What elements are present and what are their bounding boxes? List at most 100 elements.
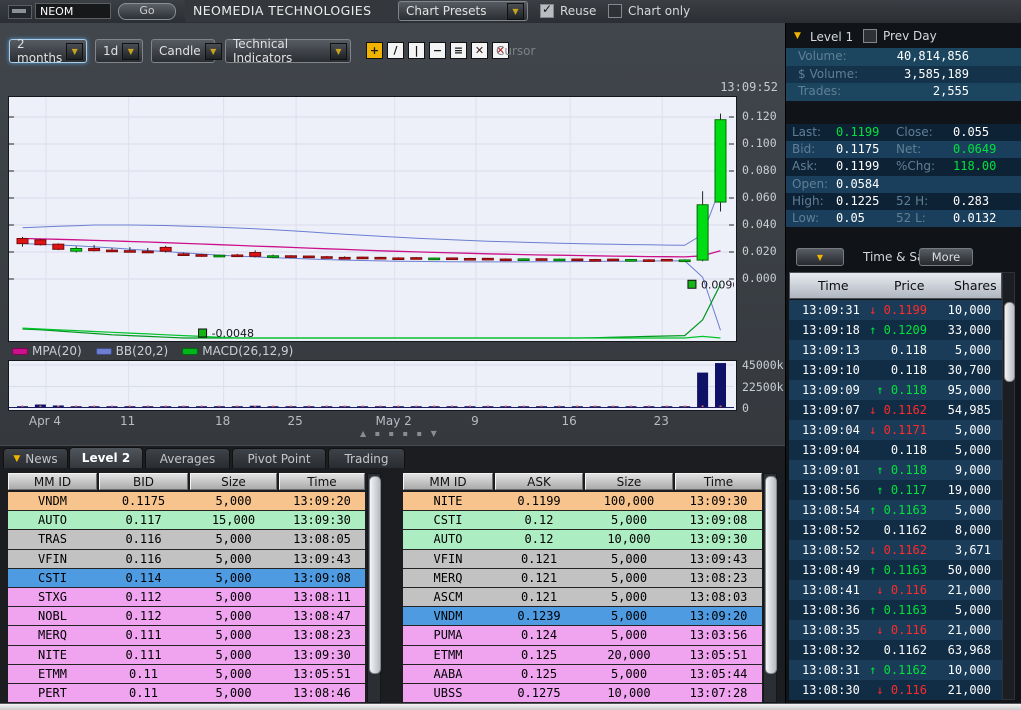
ask-time: 13:09:30 (675, 530, 762, 548)
ask-row[interactable]: ASCM0.1215,00013:08:03 (403, 588, 762, 607)
ts-row[interactable]: 13:08:520.11628,000 (789, 520, 1002, 540)
pager-down-icon[interactable]: ▼ (431, 429, 440, 438)
ask-row[interactable]: AABA0.1255,00013:05:44 (403, 665, 762, 684)
vertical-line-icon[interactable]: | (408, 42, 425, 59)
bid-header-size[interactable]: Size (190, 473, 277, 490)
ts-price: ↓ 0.116 (859, 580, 927, 600)
delete-drawing-icon[interactable]: ✕ (471, 42, 488, 59)
more-button[interactable]: More (919, 248, 973, 266)
ts-row[interactable]: 13:08:56↑ 0.11719,000 (789, 480, 1002, 500)
ask-header-size[interactable]: Size (585, 473, 673, 490)
ts-time: 13:09:07 (802, 400, 860, 420)
quote-value: 0.055 (953, 124, 989, 141)
ts-row[interactable]: 13:08:49↑ 0.116350,000 (789, 560, 1002, 580)
ts-row[interactable]: 13:09:130.1185,000 (789, 340, 1002, 360)
bid-row[interactable]: ETMM0.115,00013:05:51 (8, 665, 365, 684)
bid-row[interactable]: TRAS0.1165,00013:08:05 (8, 530, 365, 549)
ts-row[interactable]: 13:08:52↓ 0.11623,671 (789, 540, 1002, 560)
bid-row[interactable]: CSTI0.1145,00013:09:08 (8, 569, 365, 588)
window-link-icon[interactable] (8, 5, 32, 19)
bid-row[interactable]: AUTO0.11715,00013:09:30 (8, 511, 365, 530)
add-tool-icon[interactable]: + (366, 42, 383, 59)
bid-row[interactable]: PERT0.115,00013:08:46 (8, 684, 365, 703)
level1-collapse-icon[interactable]: ▼ (794, 31, 801, 41)
ts-row[interactable]: 13:09:040.1185,000 (789, 440, 1002, 460)
ask-header-mm-id[interactable]: MM ID (403, 473, 493, 490)
ask-row[interactable]: VNDM0.12395,00013:09:20 (403, 607, 762, 626)
bid-table-scrollbar[interactable] (367, 473, 381, 703)
technical-indicators-dropdown[interactable]: Technical Indicators ▼ (225, 39, 351, 63)
ts-row[interactable]: 13:09:18↑ 0.120933,000 (789, 320, 1002, 340)
ts-row[interactable]: 13:08:320.116263,968 (789, 640, 1002, 660)
ask-time: 13:03:56 (675, 626, 762, 644)
ask-row[interactable]: AUTO0.1210,00013:09:30 (403, 530, 762, 549)
go-button[interactable]: Go (118, 3, 176, 20)
ask-row[interactable]: MERQ0.1215,00013:08:23 (403, 569, 762, 588)
level1-value: 3,585,189 (904, 66, 969, 84)
ts-row[interactable]: 13:09:01↑ 0.1189,000 (789, 460, 1002, 480)
bid-row[interactable]: VFIN0.1165,00013:09:43 (8, 550, 365, 569)
scrollbar-thumb[interactable] (1004, 302, 1015, 382)
time-sales-scrollbar[interactable] (1002, 272, 1015, 700)
ask-row[interactable]: CSTI0.125,00013:09:08 (403, 511, 762, 530)
ask-row[interactable]: ETMM0.12520,00013:05:51 (403, 646, 762, 665)
ts-row[interactable]: 13:09:100.11830,700 (789, 360, 1002, 380)
bid-header-mm-id[interactable]: MM ID (8, 473, 97, 490)
chart-style-dropdown[interactable]: Candle ▼ (151, 39, 215, 63)
tab-pivot-point[interactable]: Pivot Point (232, 448, 326, 468)
ask-row[interactable]: NITE0.1199100,00013:09:30 (403, 492, 762, 511)
tab-news[interactable]: ▼News (3, 448, 68, 468)
tab-averages[interactable]: Averages (145, 448, 230, 468)
ts-price: ↓ 0.1199 (859, 300, 927, 320)
ask-row[interactable]: VFIN0.1215,00013:09:43 (403, 550, 762, 569)
bid-row[interactable]: NITE0.1115,00013:09:30 (8, 646, 365, 665)
trend-line-icon[interactable]: / (387, 42, 404, 59)
ts-row[interactable]: 13:08:54↑ 0.11635,000 (789, 500, 1002, 520)
scrollbar-thumb[interactable] (369, 476, 381, 674)
bid-header-bid[interactable]: BID (99, 473, 188, 490)
horizontal-line-icon[interactable]: − (429, 42, 446, 59)
ts-row[interactable]: 13:08:41↓ 0.11621,000 (789, 580, 1002, 600)
bid-price: 0.112 (99, 588, 188, 606)
time-sales-col-time[interactable]: Time (818, 278, 849, 293)
bid-row[interactable]: STXG0.1125,00013:08:11 (8, 588, 365, 607)
ask-header-ask[interactable]: ASK (495, 473, 583, 490)
range-dropdown[interactable]: 2 months ▼ (9, 39, 87, 63)
time-sales-col-shares[interactable]: Shares (954, 278, 997, 293)
ask-table-scrollbar[interactable] (763, 473, 777, 703)
chart-only-checkbox[interactable] (608, 4, 622, 18)
bid-row[interactable]: NOBL0.1125,00013:08:47 (8, 607, 365, 626)
level1-label: $ Volume: (798, 66, 858, 84)
bid-row[interactable]: VNDM0.11755,00013:09:20 (8, 492, 365, 511)
ts-row[interactable]: 13:08:36↑ 0.11635,000 (789, 600, 1002, 620)
ask-size: 5,000 (585, 588, 673, 606)
parallel-lines-icon[interactable]: ≡ (450, 42, 467, 59)
tab-trading[interactable]: Trading (328, 448, 405, 468)
symbol-input[interactable] (35, 3, 111, 19)
prev-day-checkbox[interactable] (863, 29, 877, 43)
bid-header-time[interactable]: Time (279, 473, 365, 490)
ts-row[interactable]: 13:09:07↓ 0.116254,985 (789, 400, 1002, 420)
scrollbar-thumb[interactable] (765, 476, 777, 674)
ts-row[interactable]: 13:09:31↓ 0.119910,000 (789, 300, 1002, 320)
interval-dropdown[interactable]: 1d ▼ (95, 39, 143, 63)
price-chart-plot[interactable]: -0.00480.0096 (8, 96, 737, 342)
window-bottom-edge[interactable] (0, 703, 1021, 710)
ask-row[interactable]: UBSS0.127510,00013:07:28 (403, 684, 762, 703)
reuse-checkbox[interactable] (540, 4, 554, 18)
ts-row[interactable]: 13:08:35↓ 0.11621,000 (789, 620, 1002, 640)
ask-row[interactable]: PUMA0.1245,00013:03:56 (403, 626, 762, 645)
time-sales-col-price[interactable]: Price (894, 278, 925, 293)
chart-presets-dropdown[interactable]: Chart Presets ▼ (398, 1, 528, 21)
pager-up-icon[interactable]: ▲ (360, 429, 369, 438)
ts-row[interactable]: 13:08:30↓ 0.11621,000 (789, 680, 1002, 700)
ts-row[interactable]: 13:09:04↓ 0.11715,000 (789, 420, 1002, 440)
time-sales-dropdown-button[interactable]: ▼ (796, 248, 844, 266)
bid-row[interactable]: MERQ0.1115,00013:08:23 (8, 626, 365, 645)
tab-level-2[interactable]: Level 2 (69, 447, 143, 468)
volume-chart-plot[interactable] (8, 360, 737, 411)
ts-row[interactable]: 13:08:31↑ 0.116210,000 (789, 660, 1002, 680)
ask-header-time[interactable]: Time (675, 473, 762, 490)
date-tick-label: 9 (445, 414, 505, 428)
ts-row[interactable]: 13:09:09↑ 0.11895,000 (789, 380, 1002, 400)
